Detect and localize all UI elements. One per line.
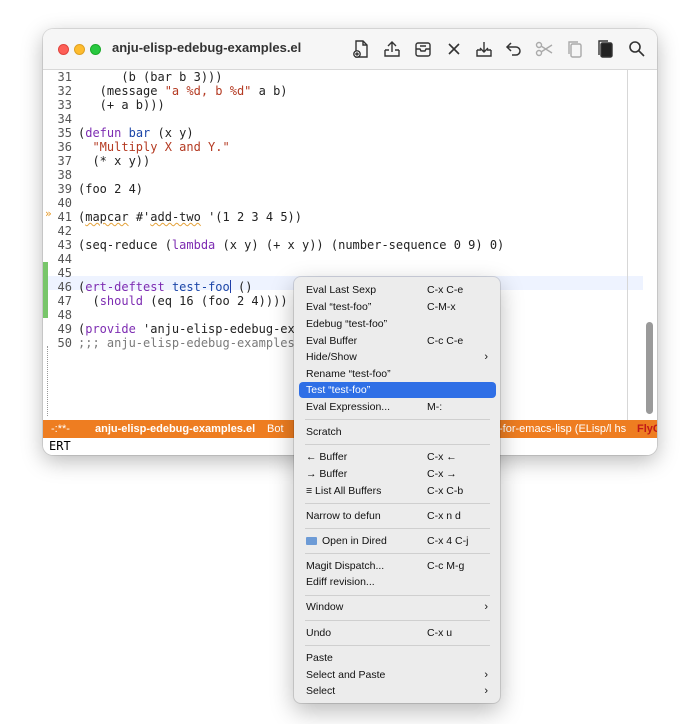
menu-item-select[interactable]: Select › bbox=[299, 683, 496, 699]
code-line[interactable]: 38 bbox=[43, 168, 643, 182]
menu-separator bbox=[305, 620, 490, 621]
copy-icon[interactable] bbox=[565, 39, 585, 59]
code-line[interactable]: 41 (mapcar #'add-two '(1 2 3 4 5)) bbox=[43, 210, 643, 224]
menu-separator bbox=[305, 645, 490, 646]
echo-text: ERT bbox=[49, 439, 71, 453]
menu-item-paste[interactable]: Paste bbox=[299, 650, 496, 666]
fringe-dotted-line bbox=[47, 346, 49, 416]
menu-item-hide-show[interactable]: Hide/Show › bbox=[299, 349, 496, 365]
menu-item-open-in-dired[interactable]: Open in Dired C-x 4 C-j bbox=[299, 533, 496, 549]
menu-separator bbox=[305, 553, 490, 554]
menu-item-ediff-revision[interactable]: Ediff revision... bbox=[299, 574, 496, 590]
text-cursor bbox=[229, 280, 231, 293]
menu-separator bbox=[305, 528, 490, 529]
menu-item-list-buffers[interactable]: ≡ List All Buffers C-x C-b bbox=[299, 483, 496, 499]
menu-item-rename[interactable]: Rename “test-foo” bbox=[299, 366, 496, 382]
code-line[interactable]: 40 bbox=[43, 196, 643, 210]
menu-separator bbox=[305, 419, 490, 420]
submenu-arrow-icon: › bbox=[484, 669, 488, 681]
scrollbar-thumb[interactable] bbox=[646, 322, 653, 414]
code-line[interactable]: 35 (defun bar (x y) bbox=[43, 126, 643, 140]
menu-separator bbox=[305, 444, 490, 445]
menu-item-test[interactable]: Test “test-foo” bbox=[299, 382, 496, 398]
minimize-window-button[interactable] bbox=[74, 44, 85, 55]
code-line[interactable]: 39 (foo 2 4) bbox=[43, 182, 643, 196]
modeline-flycheck[interactable]: FlyC bbox=[637, 420, 657, 438]
menu-item-eval-last-sexp[interactable]: Eval Last Sexp C-x C-e bbox=[299, 282, 496, 298]
menu-item-select-and-paste[interactable]: Select and Paste › bbox=[299, 667, 496, 683]
submenu-arrow-icon: › bbox=[484, 351, 488, 363]
paste-icon[interactable] bbox=[596, 39, 616, 59]
menu-item-eval-defun[interactable]: Eval “test-foo” C-M-x bbox=[299, 299, 496, 315]
modeline-position: Bot bbox=[267, 423, 284, 435]
zoom-window-button[interactable] bbox=[90, 44, 101, 55]
code-line[interactable]: 43 (seq-reduce (lambda (x y) (+ x y)) (nu… bbox=[43, 238, 643, 252]
close-icon[interactable] bbox=[444, 39, 464, 59]
modeline-buffer-name[interactable]: anju-elisp-edebug-examples.el bbox=[95, 420, 255, 438]
title-bar: anju-elisp-edebug-examples.el bbox=[43, 29, 657, 70]
menu-item-edebug-defun[interactable]: Edebug “test-foo” bbox=[299, 316, 496, 332]
menu-item-scratch[interactable]: Scratch bbox=[299, 424, 496, 440]
code-line[interactable]: 32 (message "a %d, b %d" a b) bbox=[43, 84, 643, 98]
code-line[interactable]: 34 bbox=[43, 112, 643, 126]
download-icon[interactable] bbox=[474, 39, 494, 59]
archive-icon[interactable] bbox=[413, 39, 433, 59]
menu-item-undo[interactable]: Undo C-x u bbox=[299, 625, 496, 641]
modeline-state: -:**- bbox=[51, 423, 70, 435]
scroll-divider bbox=[627, 70, 628, 420]
menu-item-previous-buffer[interactable]: ← Buffer C-x ← bbox=[299, 449, 496, 465]
menu-separator bbox=[305, 595, 490, 596]
menu-item-window[interactable]: Window › bbox=[299, 599, 496, 615]
undo-icon[interactable] bbox=[504, 39, 524, 59]
code-line[interactable]: 44 bbox=[43, 252, 643, 266]
cut-icon[interactable] bbox=[534, 39, 554, 59]
menu-item-narrow-to-defun[interactable]: Narrow to defun C-x n d bbox=[299, 508, 496, 524]
context-menu: Eval Last Sexp C-x C-e Eval “test-foo” C-M… bbox=[294, 277, 500, 703]
menu-separator bbox=[305, 503, 490, 504]
code-line[interactable]: 42 bbox=[43, 224, 643, 238]
submenu-arrow-icon: › bbox=[484, 601, 488, 613]
menu-item-eval-buffer[interactable]: Eval Buffer C-c C-e bbox=[299, 333, 496, 349]
submenu-arrow-icon: › bbox=[484, 685, 488, 697]
folder-icon bbox=[306, 537, 317, 545]
code-line[interactable]: 31 (b (bar b 3))) bbox=[43, 70, 643, 84]
new-file-icon[interactable] bbox=[351, 39, 371, 59]
search-icon[interactable] bbox=[627, 39, 647, 59]
close-window-button[interactable] bbox=[58, 44, 69, 55]
code-line[interactable]: 33 (+ a b))) bbox=[43, 98, 643, 112]
menu-item-next-buffer[interactable]: → Buffer C-x → bbox=[299, 466, 496, 482]
window-title: anju-elisp-edebug-examples.el bbox=[112, 40, 302, 55]
upload-icon[interactable] bbox=[382, 39, 402, 59]
modeline-major-mode[interactable]: -for-emacs-lisp (ELisp/l hs bbox=[499, 420, 626, 438]
code-line[interactable]: 36 "Multiply X and Y." bbox=[43, 140, 643, 154]
code-line[interactable]: 37 (* x y)) bbox=[43, 154, 643, 168]
menu-item-magit-dispatch[interactable]: Magit Dispatch... C-c M-g bbox=[299, 558, 496, 574]
menu-item-eval-expression[interactable]: Eval Expression... M-: bbox=[299, 399, 496, 415]
